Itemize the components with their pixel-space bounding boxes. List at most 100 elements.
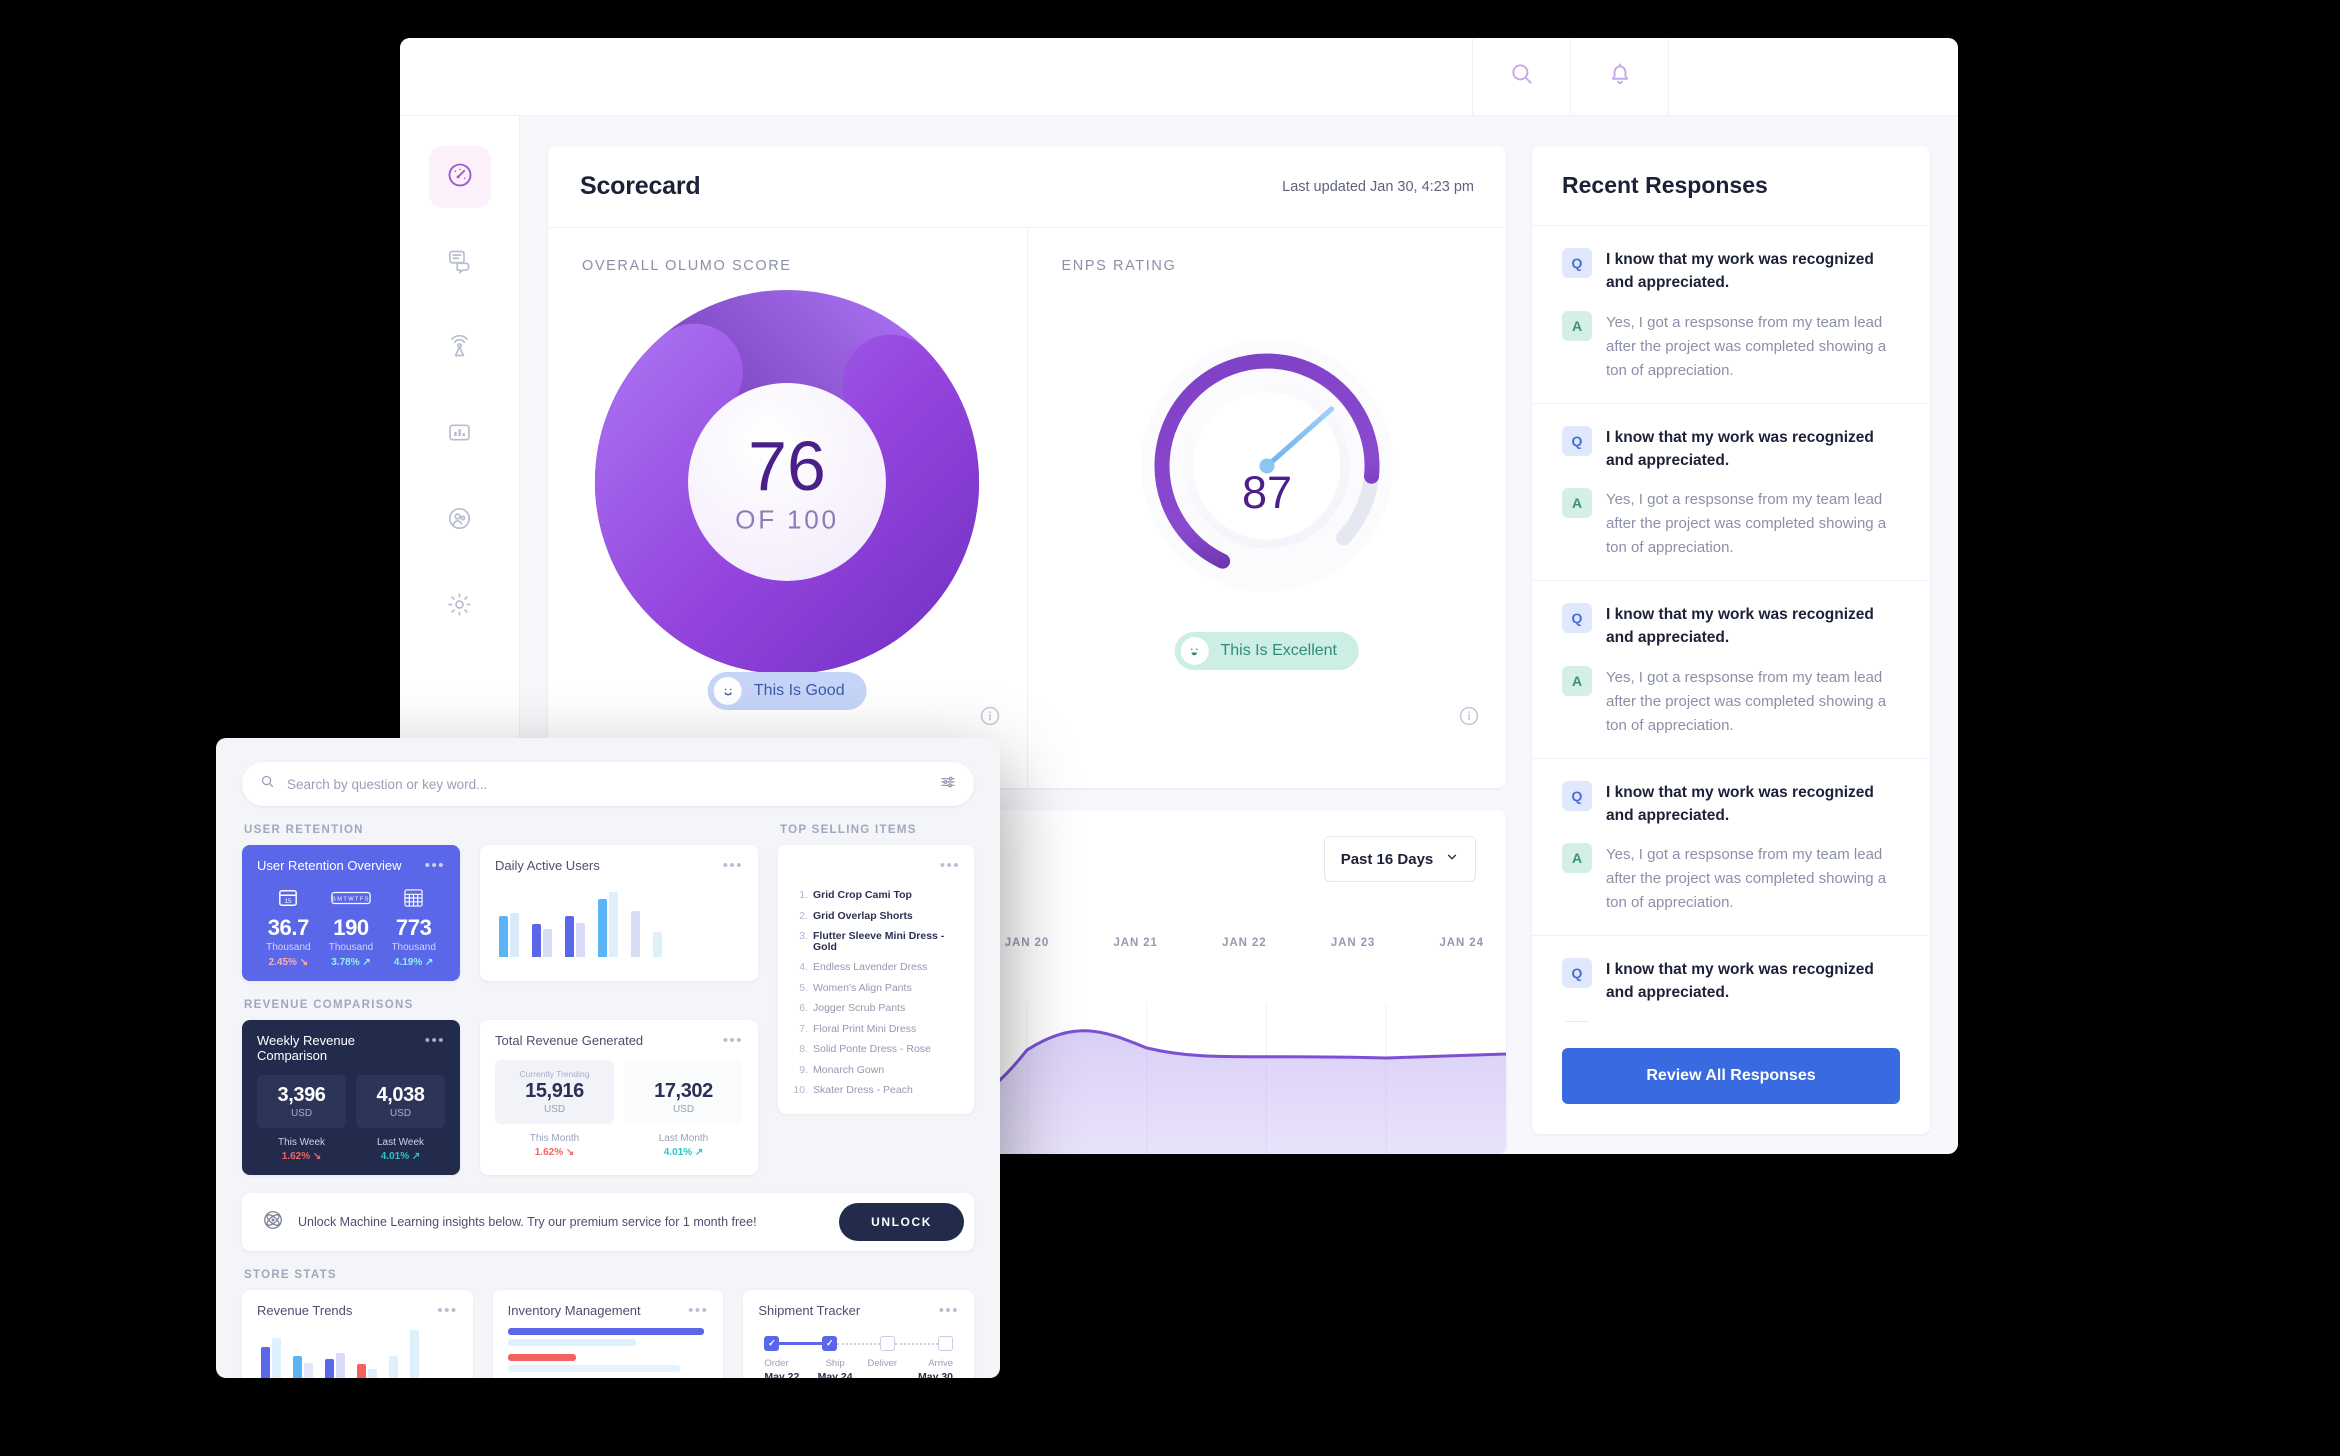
- list-item[interactable]: Q I know that my work was recognized and…: [1532, 759, 1930, 936]
- more-dots-icon[interactable]: •••: [425, 1033, 445, 1048]
- list-item[interactable]: 4. Endless Lavender Dress: [792, 957, 960, 978]
- sidebar-item-people[interactable]: [429, 490, 491, 552]
- list-item[interactable]: 1. Grid Crop Cami Top: [792, 885, 960, 906]
- sidebar-item-dashboard[interactable]: [428, 146, 491, 208]
- gauges-row: OVERALL OLUMO SCORE 76 OF 100 This Is Go…: [548, 228, 1506, 788]
- olumo-info-button[interactable]: [979, 705, 1001, 732]
- page-title: Scorecard: [580, 172, 701, 200]
- list-item[interactable]: Q I know that my work was recognized and…: [1532, 936, 1930, 1022]
- bar: [510, 912, 519, 957]
- item-index: 4.: [799, 961, 808, 973]
- enps-gauge-value: 87: [1242, 467, 1292, 518]
- retention-block: USER RETENTION User Retention Overview •…: [242, 806, 758, 1175]
- daily-active-users-card[interactable]: Daily Active Users •••: [480, 845, 758, 981]
- card-header: Total Revenue Generated •••: [495, 1033, 743, 1048]
- recent-responses-list[interactable]: Q I know that my work was recognized and…: [1532, 226, 1930, 1022]
- more-dots-icon[interactable]: •••: [425, 858, 445, 873]
- notifications-button[interactable]: [1570, 38, 1668, 115]
- shipment-steps: ✓ ✓: [764, 1336, 954, 1351]
- revenue-unit: USD: [290, 1108, 313, 1119]
- response-answer: Yes, I got a respsonse from my team lead…: [1606, 491, 1887, 556]
- list-item[interactable]: 5. Women's Align Pants: [792, 978, 960, 999]
- inventory-management-card[interactable]: Inventory Management •••: [492, 1290, 724, 1378]
- sidebar-item-reports[interactable]: [429, 404, 491, 466]
- response-answer-line: A Yes, I got a respsonse from my team le…: [1562, 488, 1900, 560]
- response-question: I know that my work was recognized and a…: [1606, 428, 1874, 469]
- sidebar-item-settings[interactable]: [429, 576, 491, 638]
- revenue-value: 4,038: [376, 1084, 425, 1106]
- bar: [609, 891, 618, 957]
- revenue-trends-card[interactable]: Revenue Trends •••: [242, 1290, 473, 1378]
- search-button[interactable]: [1472, 38, 1570, 115]
- list-item[interactable]: 3. Flutter Sleeve Mini Dress - Gold: [792, 926, 960, 957]
- search-icon: [260, 774, 275, 794]
- total-values: Currently Trending 15,916 USD 17,302 USD: [495, 1060, 743, 1124]
- search-bar[interactable]: [242, 762, 974, 806]
- response-question: I know that my work was recognized and a…: [1606, 961, 1874, 1002]
- retention-row: User Retention Overview ••• 15 36.7 Thou…: [242, 845, 758, 981]
- shipment-tracker-card[interactable]: Shipment Tracker ••• ✓ ✓ Order May 22 Sh…: [743, 1290, 975, 1378]
- bar: [507, 1354, 576, 1361]
- top-selling-list: 1. Grid Crop Cami Top 2. Grid Overlap Sh…: [792, 885, 960, 1101]
- more-dots-icon[interactable]: •••: [939, 1303, 959, 1318]
- list-item[interactable]: Q I know that my work was recognized and…: [1532, 404, 1930, 581]
- stat-unit: Thousand: [328, 942, 374, 953]
- unlock-button[interactable]: UNLOCK: [839, 1203, 964, 1241]
- step-date: May 24: [817, 1371, 853, 1378]
- top-selling-items-card[interactable]: ••• 1. Grid Crop Cami Top 2. Grid Overla…: [778, 845, 974, 1114]
- store-analytics-window: USER RETENTION User Retention Overview •…: [216, 738, 1000, 1378]
- list-item[interactable]: 10. Skater Dress - Peach: [792, 1080, 960, 1101]
- more-dots-icon[interactable]: •••: [940, 858, 960, 873]
- item-name: Skater Dress - Peach: [813, 1084, 913, 1096]
- enps-status-badge: This Is Excellent: [1174, 632, 1359, 670]
- card-header: Shipment Tracker •••: [758, 1303, 959, 1318]
- more-dots-icon[interactable]: •••: [688, 1303, 708, 1318]
- top-selling-block: TOP SELLING ITEMS ••• 1. Grid Crop Cami …: [778, 806, 974, 1175]
- list-item[interactable]: 6. Jogger Scrub Pants: [792, 998, 960, 1019]
- list-item[interactable]: Q I know that my work was recognized and…: [1532, 226, 1930, 404]
- bar: [357, 1364, 366, 1378]
- enps-info-button[interactable]: [1458, 705, 1480, 732]
- footer-label: Last Month: [658, 1133, 709, 1144]
- list-item[interactable]: 9. Monarch Gown: [792, 1060, 960, 1081]
- date-range-dropdown[interactable]: Past 16 Days: [1324, 836, 1476, 882]
- step-checkbox-ship[interactable]: ✓: [822, 1336, 838, 1351]
- stat-value: 773: [395, 915, 432, 940]
- sidebar-item-messages[interactable]: [429, 232, 491, 294]
- list-item[interactable]: 7. Floral Print Mini Dress: [792, 1019, 960, 1040]
- step-date: May 22: [764, 1371, 800, 1378]
- more-dots-icon[interactable]: •••: [437, 1303, 457, 1318]
- more-dots-icon[interactable]: •••: [723, 858, 743, 873]
- weekly-revenue-comparison-card[interactable]: Weekly Revenue Comparison ••• 3,396 USD …: [242, 1020, 460, 1175]
- topbar-profile-slot: [1668, 38, 1958, 115]
- revenue-row: Weekly Revenue Comparison ••• 3,396 USD …: [242, 1020, 758, 1175]
- people-users-icon: [446, 505, 473, 537]
- review-all-responses-button[interactable]: Review All Responses: [1562, 1048, 1900, 1104]
- bar: [261, 1347, 270, 1378]
- list-item[interactable]: 2. Grid Overlap Shorts: [792, 906, 960, 927]
- filter-sliders-icon[interactable]: [940, 774, 956, 795]
- item-name: Floral Print Mini Dress: [813, 1022, 917, 1035]
- step-checkbox-order[interactable]: ✓: [764, 1336, 780, 1351]
- more-dots-icon[interactable]: •••: [723, 1033, 743, 1048]
- step-checkbox-deliver[interactable]: [880, 1336, 896, 1351]
- list-item[interactable]: Q I know that my work was recognized and…: [1532, 581, 1930, 759]
- retention-and-items-row: USER RETENTION User Retention Overview •…: [242, 806, 974, 1175]
- stat-value: 190: [333, 915, 369, 940]
- item-name: Endless Lavender Dress: [813, 961, 928, 973]
- item-name: Grid Crop Cami Top: [813, 889, 912, 901]
- shipment-step: Arrive May 30: [906, 1358, 953, 1378]
- user-retention-overview-card[interactable]: User Retention Overview ••• 15 36.7 Thou…: [242, 845, 460, 981]
- recent-responses-header: Recent Responses: [1532, 146, 1930, 226]
- list-item[interactable]: 8. Solid Ponte Dress - Rose: [792, 1039, 960, 1060]
- step-checkbox-arrive[interactable]: [938, 1336, 954, 1351]
- item-index: 7.: [799, 1022, 808, 1035]
- top-bar: [400, 38, 1958, 116]
- search-input[interactable]: [287, 776, 928, 792]
- total-revenue-generated-card[interactable]: Total Revenue Generated ••• Currently Tr…: [480, 1020, 758, 1175]
- footer-label: This Week: [277, 1137, 326, 1148]
- item-index: 5.: [799, 981, 808, 994]
- sidebar-item-pulse[interactable]: [429, 318, 491, 380]
- weekly-footers: This Week 1.62% ↘ Last Week 4.01% ↗: [257, 1137, 445, 1162]
- answer-chip: A: [1562, 1020, 1592, 1022]
